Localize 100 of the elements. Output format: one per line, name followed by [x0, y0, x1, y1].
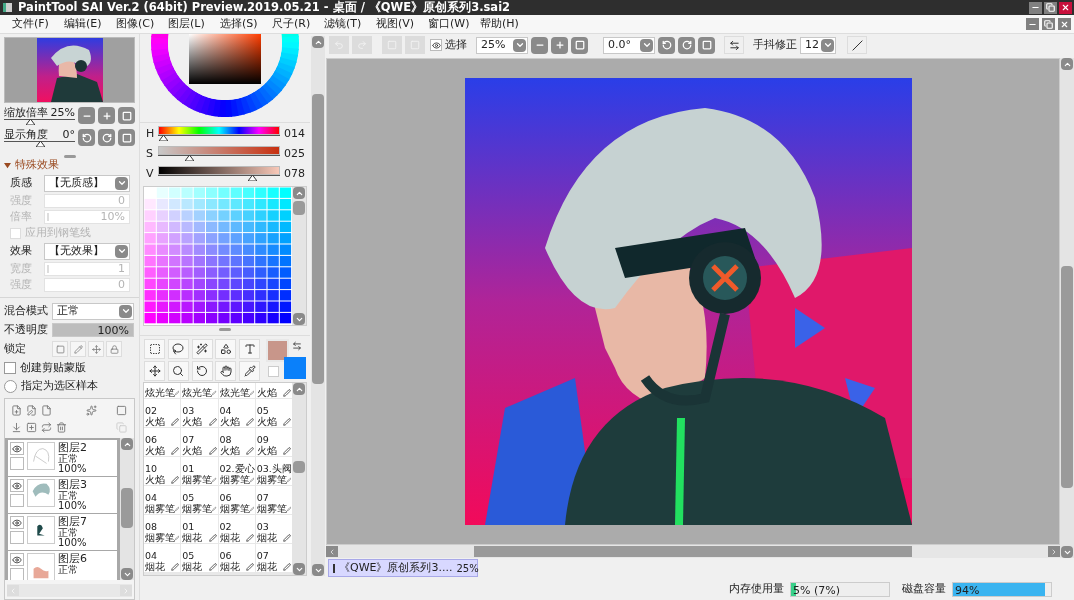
rotation-reset-button[interactable] [698, 36, 715, 54]
new-folder-button[interactable] [39, 403, 54, 417]
layer-item[interactable]: 图层2 正常 100% [8, 440, 117, 476]
line-tool-button[interactable] [847, 36, 867, 54]
canvas-area[interactable] [326, 58, 1060, 545]
brush-slot[interactable]: 07 烟雾笔 [255, 486, 292, 514]
scrollbar-thumb[interactable] [293, 461, 305, 473]
slider-thumb[interactable] [25, 119, 35, 125]
clear-layer-button[interactable] [39, 420, 54, 434]
main-color-swatch[interactable] [266, 339, 289, 362]
rotate-tool[interactable] [191, 360, 213, 381]
radio-button[interactable] [4, 379, 17, 393]
scrollbar-thumb[interactable] [1061, 266, 1073, 488]
brush-slot[interactable]: 10 火焰 [144, 457, 181, 485]
sub-color-swatch[interactable] [284, 357, 306, 379]
rotate-left-button[interactable] [658, 36, 675, 54]
menu-item[interactable]: 编辑(E) [52, 15, 104, 33]
close-button[interactable] [1059, 1, 1072, 14]
slider-thumb[interactable] [35, 141, 45, 147]
text-tool[interactable] [239, 339, 261, 359]
lock-alpha-button[interactable] [52, 341, 68, 357]
menu-item[interactable]: 尺子(R) [260, 15, 312, 33]
menu-item[interactable]: 文件(F) [0, 15, 52, 33]
scrollbar[interactable] [1060, 58, 1074, 558]
zoom-in-button[interactable] [551, 36, 568, 54]
hand-tool[interactable] [215, 360, 237, 381]
scrollbar-thumb[interactable] [474, 546, 912, 557]
document-tab[interactable]: 《QWE》原创系列3.... 25% [328, 559, 478, 577]
swap-icon[interactable] [292, 341, 302, 351]
brush-slot[interactable]: 07 火焰 [181, 428, 218, 456]
scrollbar[interactable] [326, 545, 1060, 558]
brush-slot[interactable]: 07 烟花 [255, 544, 292, 572]
visibility-toggle[interactable] [10, 553, 24, 566]
brush-slot[interactable]: 炫光笔 [144, 383, 181, 398]
scrollbar[interactable] [292, 383, 306, 575]
brush-slot[interactable]: 05 烟雾笔 [181, 486, 218, 514]
brush-slot[interactable]: 炫光笔 [181, 383, 218, 398]
zoom-reset-button[interactable] [571, 36, 588, 54]
visibility-toggle[interactable] [10, 479, 24, 492]
copy-layer-button[interactable] [24, 420, 39, 434]
brush-slot[interactable]: 05 烟花 [181, 544, 218, 572]
menu-item[interactable]: 窗口(W) [416, 15, 468, 33]
layer-item[interactable]: 图层6 正常 [8, 551, 117, 580]
channel-slider[interactable] [158, 166, 280, 180]
flip-button[interactable] [724, 36, 744, 54]
scrollbar[interactable] [292, 187, 306, 325]
brush-slot[interactable]: 03 火焰 [181, 399, 218, 427]
scrollbar-thumb[interactable] [121, 488, 133, 528]
brush-slot[interactable]: 09 火焰 [255, 428, 292, 456]
selection-tool[interactable] [144, 339, 165, 359]
reset-colors-button[interactable] [268, 366, 279, 377]
visibility-toggle[interactable] [10, 442, 24, 455]
brush-slot[interactable]: 04 烟花 [144, 544, 181, 572]
zoom-out-button[interactable] [78, 107, 95, 124]
brush-slot[interactable]: 06 火焰 [144, 428, 181, 456]
zoom-in-button[interactable] [98, 107, 115, 124]
new-vector-layer-button[interactable] [24, 403, 39, 417]
dropdown[interactable]: 【无效果】 [44, 242, 130, 260]
brush-slot[interactable]: 08 烟雾笔 [144, 515, 181, 543]
brush-slot[interactable]: 02 火焰 [144, 399, 181, 427]
color-palette[interactable] [144, 187, 292, 325]
brush-slot[interactable]: 01 烟雾笔 [181, 457, 218, 485]
rotate-right-button[interactable] [98, 129, 115, 146]
rotate-right-button[interactable] [678, 36, 695, 54]
mask-button[interactable] [114, 403, 129, 417]
move-tool[interactable] [144, 360, 165, 381]
zoom-dropdown[interactable]: 25% [476, 36, 528, 54]
menu-item[interactable]: 视图(V) [364, 15, 416, 33]
brush-slot[interactable]: 04 火焰 [218, 399, 255, 427]
minimize-button[interactable] [1029, 1, 1042, 14]
eyedropper-tool[interactable] [239, 360, 261, 381]
magic-wand-tool[interactable] [191, 339, 213, 359]
brush-slot[interactable]: 04 烟雾笔 [144, 486, 181, 514]
delete-layer-button[interactable] [54, 420, 69, 434]
angle-dropdown[interactable]: 0.0° [603, 36, 655, 54]
brush-slot[interactable]: 炫光笔 [218, 383, 255, 398]
stabilizer-dropdown[interactable]: 12 [800, 36, 836, 54]
brush-slot[interactable]: 01 烟花 [181, 515, 218, 543]
checkbox[interactable] [10, 457, 24, 470]
scrollbar-thumb[interactable] [293, 201, 305, 215]
lock-move-button[interactable] [88, 341, 104, 357]
scrollbar[interactable] [311, 36, 325, 576]
layer-item[interactable]: 图层7 正常 100% [8, 514, 117, 550]
menu-item[interactable]: 图层(L) [156, 15, 208, 33]
zoom-tool[interactable] [167, 360, 189, 381]
rotation-reset-button[interactable] [118, 129, 135, 146]
blend-mode-dropdown[interactable]: 正常 [52, 302, 134, 320]
menu-item[interactable]: 图像(C) [104, 15, 156, 33]
restore-button[interactable] [1044, 1, 1057, 14]
checkbox[interactable] [4, 362, 16, 374]
brush-slot[interactable]: 05 火焰 [255, 399, 292, 427]
zoom-reset-button[interactable] [118, 107, 135, 124]
scrollbar[interactable] [120, 438, 134, 580]
layer-effect-button[interactable] [84, 403, 99, 417]
lasso-tool[interactable] [167, 339, 189, 359]
channel-slider[interactable] [158, 146, 280, 160]
checkbox[interactable] [10, 568, 24, 580]
layer-item[interactable]: 图层3 正常 100% [8, 477, 117, 513]
menu-item[interactable]: 选择(S) [208, 15, 260, 33]
brush-slot[interactable]: 02.爱心 烟雾笔 [218, 457, 255, 485]
